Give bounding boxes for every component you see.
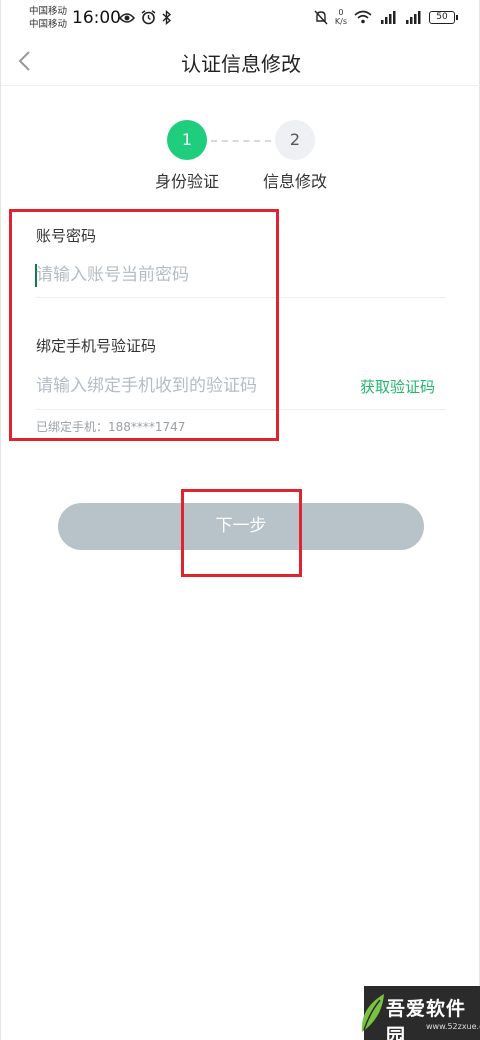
get-code-button[interactable]: 获取验证码 bbox=[360, 376, 435, 397]
carrier-info: 中国移动 中国移动 bbox=[29, 5, 67, 31]
eye-icon bbox=[119, 12, 135, 23]
page: 中国移动 中国移动 16:00 0 K/s 50 认证信息修改 1 2 身份验证… bbox=[0, 0, 480, 1040]
battery-icon: 50 bbox=[429, 10, 458, 24]
step-1-label: 身份验证 bbox=[154, 172, 219, 191]
net-speed: 0 K/s bbox=[335, 8, 347, 26]
watermark: 吾爱软件园 www.52zxue.com bbox=[361, 986, 480, 1040]
step-2-label: 信息修改 bbox=[262, 172, 327, 191]
net-speed-unit: K/s bbox=[334, 17, 347, 26]
bluetooth-icon bbox=[162, 10, 172, 25]
step-connector bbox=[211, 140, 271, 142]
watermark-url: www.52zxue.com bbox=[426, 1022, 480, 1031]
leaf-logo-icon bbox=[361, 994, 384, 1032]
carrier-2: 中国移动 bbox=[29, 19, 68, 30]
stepper: 1 2 身份验证 信息修改 bbox=[1, 120, 480, 200]
highlight-box-form bbox=[9, 209, 279, 441]
watermark-text: 吾爱软件园 bbox=[386, 998, 467, 1040]
net-speed-value: 0 bbox=[338, 8, 344, 17]
carrier-1: 中国移动 bbox=[29, 6, 68, 17]
signal-icon-2 bbox=[406, 11, 421, 24]
status-icons-right: 0 K/s 50 bbox=[314, 8, 458, 26]
wifi-icon bbox=[354, 10, 372, 24]
signal-icon-1 bbox=[381, 11, 396, 24]
page-title: 认证信息修改 bbox=[181, 52, 301, 76]
step-1-indicator: 1 bbox=[167, 120, 207, 160]
status-icons-left bbox=[119, 10, 172, 25]
alarm-icon bbox=[141, 10, 156, 25]
status-bar: 中国移动 中国移动 16:00 0 K/s 50 bbox=[1, 0, 480, 36]
highlight-box-button bbox=[181, 489, 302, 577]
mute-bell-icon bbox=[314, 10, 328, 24]
status-time: 16:00 bbox=[72, 8, 121, 28]
header: 认证信息修改 bbox=[1, 36, 480, 86]
step-2-indicator: 2 bbox=[275, 120, 315, 160]
